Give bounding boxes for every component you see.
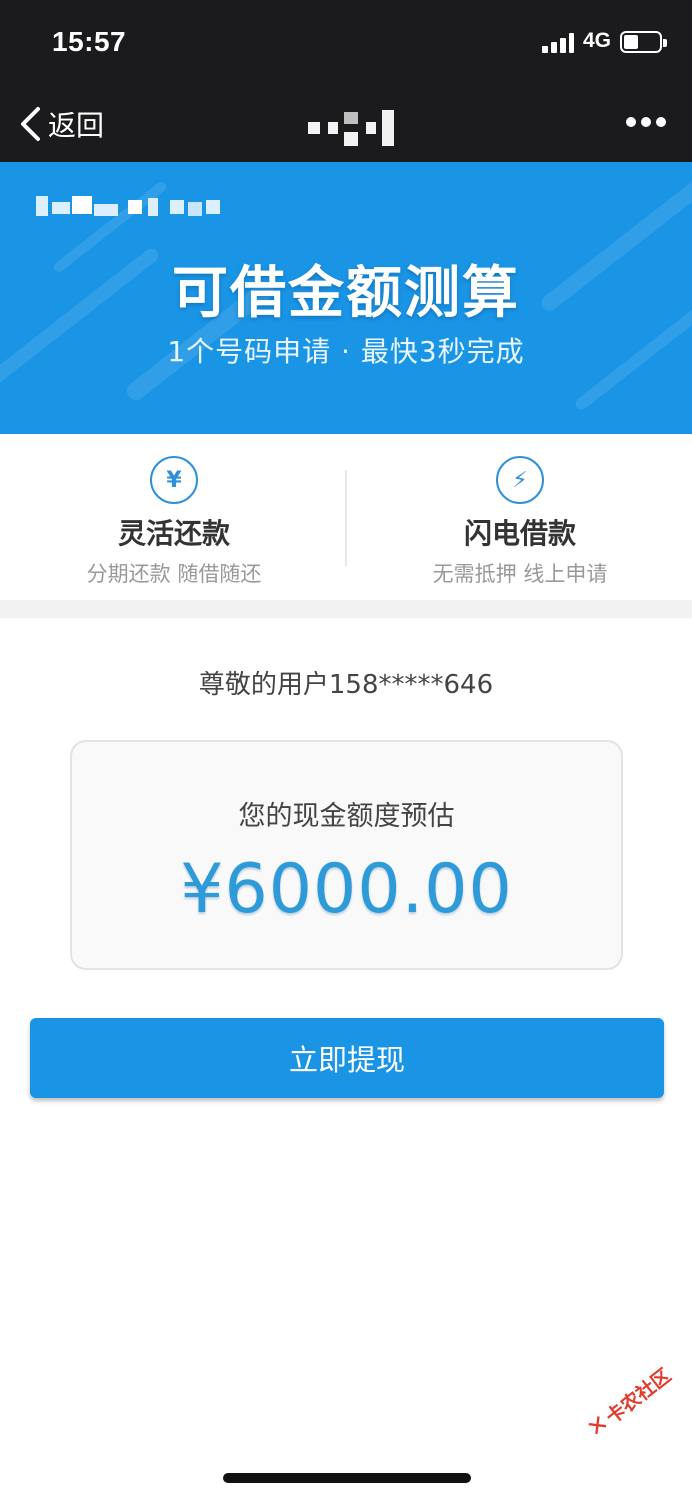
home-indicator[interactable] bbox=[223, 1473, 471, 1483]
withdraw-button[interactable]: 立即提现 bbox=[30, 1018, 664, 1098]
feature-flexible-repay: ¥ 灵活还款 分期还款 随借随还 bbox=[24, 456, 324, 588]
quota-card: 您的现金额度预估 ¥6000.00 bbox=[70, 740, 623, 970]
watermark: ✕ 卡农社区 bbox=[581, 1361, 676, 1443]
more-menu-button[interactable] bbox=[626, 117, 666, 127]
feature-divider bbox=[345, 470, 347, 566]
quota-amount: ¥6000.00 bbox=[180, 850, 513, 929]
network-type: 4G bbox=[583, 29, 612, 52]
hero-banner: 可借金额测算 1个号码申请 · 最快3秒完成 bbox=[0, 162, 692, 434]
back-label: 返回 bbox=[48, 109, 105, 142]
feature-title: 灵活还款 bbox=[117, 517, 230, 550]
brand-logo-pixelated bbox=[36, 188, 226, 222]
chevron-left-icon bbox=[21, 107, 40, 141]
feature-subtitle: 分期还款 随借随还 bbox=[86, 562, 262, 586]
hero-subtitle: 1个号码申请 · 最快3秒完成 bbox=[167, 335, 525, 368]
watermark-text: 卡农社区 bbox=[601, 1364, 676, 1429]
yuan-cycle-icon: ¥ bbox=[150, 456, 198, 504]
quota-label: 您的现金额度预估 bbox=[238, 801, 455, 832]
top-bar: 15:57 4G 返回 bbox=[0, 0, 692, 162]
hero-title: 可借金额测算 bbox=[172, 261, 520, 326]
user-greeting: 尊敬的用户158*****646 bbox=[198, 670, 494, 700]
signal-icon bbox=[542, 33, 574, 53]
battery-icon bbox=[620, 31, 667, 53]
feature-fast-loan: ⚡ 闪电借款 无需抵押 线上申请 bbox=[370, 456, 670, 588]
feature-subtitle: 无需抵押 线上申请 bbox=[432, 562, 608, 586]
feature-title: 闪电借款 bbox=[463, 517, 576, 550]
section-separator bbox=[0, 600, 692, 618]
page-title-pixelated bbox=[306, 110, 396, 148]
lightning-icon: ⚡ bbox=[496, 456, 544, 504]
back-button[interactable]: 返回 bbox=[18, 104, 104, 144]
status-time: 15:57 bbox=[52, 26, 127, 57]
